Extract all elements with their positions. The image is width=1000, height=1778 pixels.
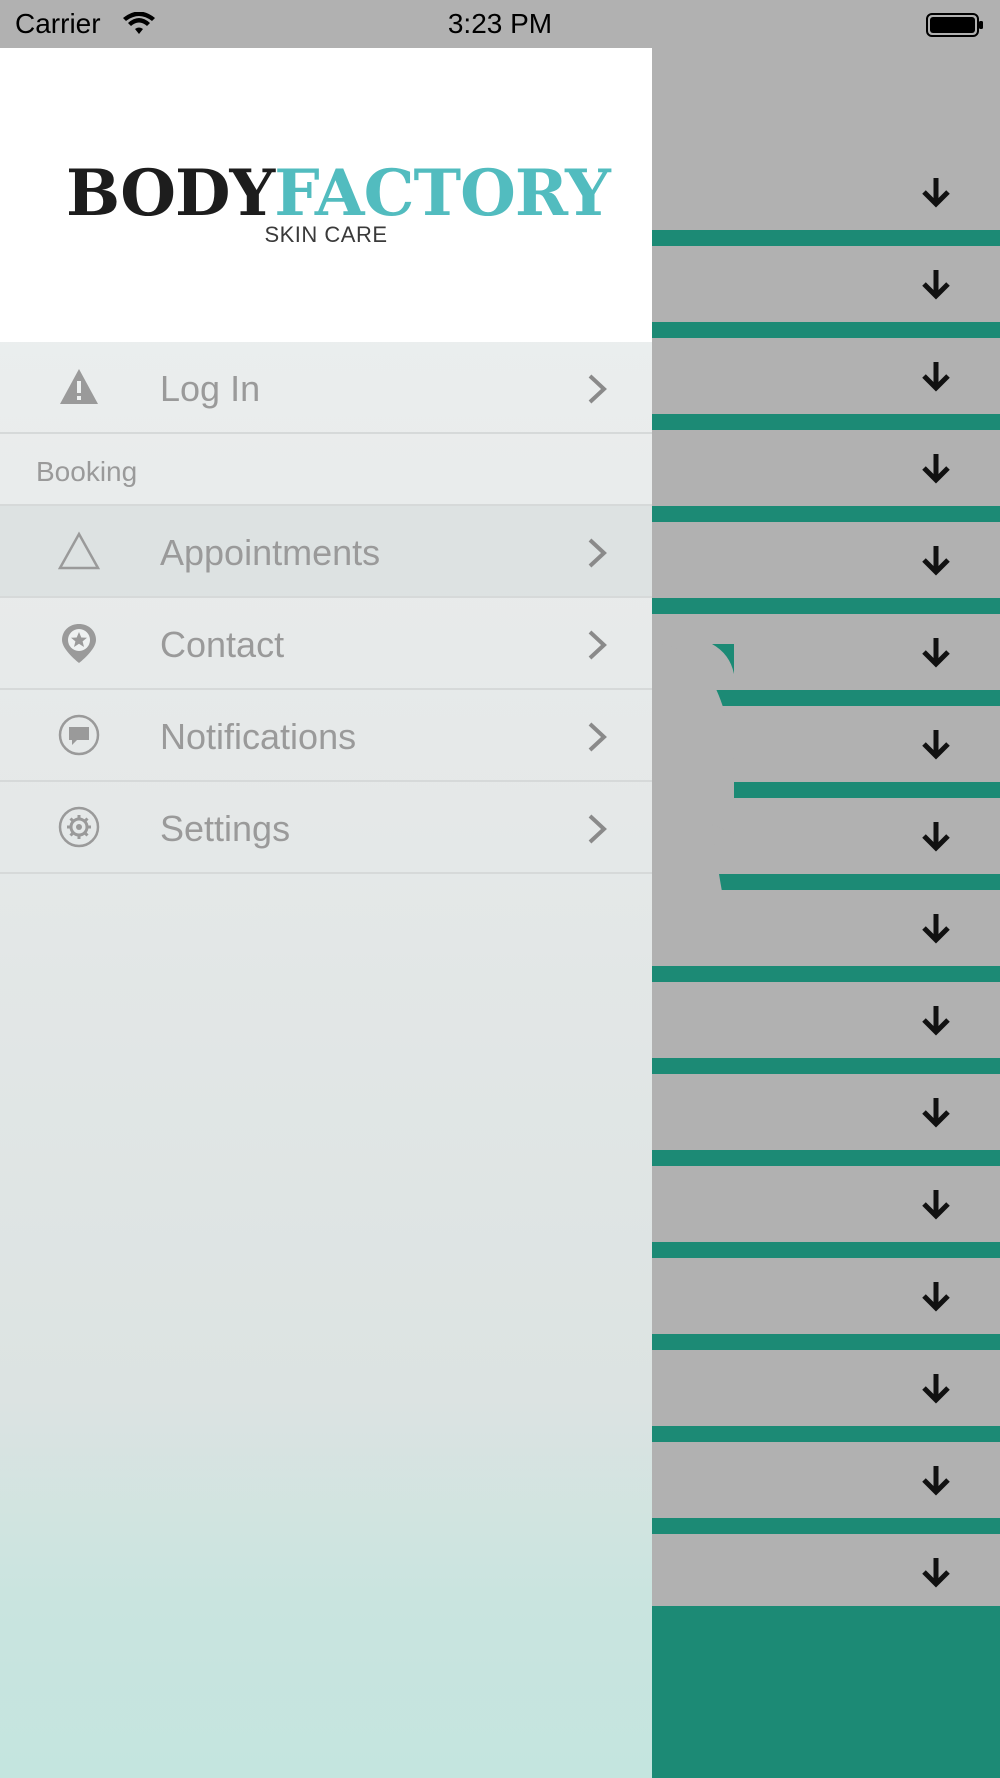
section-header-booking: Booking [0,434,652,506]
chevron-right-icon [588,814,607,844]
arrow-down-icon [922,1466,950,1496]
section-label: Booking [36,456,138,487]
background-shape [652,644,782,934]
arrow-down-icon [922,638,950,668]
chevron-right-icon [588,538,607,568]
menu-item-label: Contact [160,624,285,665]
arrow-down-icon [922,270,950,300]
triangle-icon [58,531,100,570]
menu-item-label: Appointments [160,532,381,573]
battery-icon [926,13,983,37]
menu-item-settings[interactable]: Settings [0,782,652,874]
side-drawer: BODYFACTORY SKIN CARE Log In Booking App… [0,48,652,1778]
menu-item-label: Log In [160,368,261,409]
chevron-right-icon [588,630,607,660]
arrow-down-icon [922,362,950,392]
status-time: 3:23 PM [447,8,553,39]
gear-icon [58,806,100,848]
arrow-down-icon [922,1558,950,1588]
menu-item-log-in[interactable]: Log In [0,342,652,434]
brand-logo: BODYFACTORY [66,156,611,231]
arrow-down-icon [922,1098,950,1128]
arrow-down-icon [922,914,950,944]
warning-icon [60,369,98,404]
brand-subtitle: SKIN CARE [264,222,388,247]
arrow-down-icon [922,730,950,760]
menu-item-notifications[interactable]: Notifications [0,690,652,782]
arrow-down-icon [922,1282,950,1312]
status-bar: Carrier 3:23 PM [0,0,1000,48]
arrow-down-icon [922,454,950,484]
arrow-down-icon [922,1190,950,1220]
arrow-down-icon [922,1006,950,1036]
menu-item-label: Settings [160,808,291,849]
arrow-down-icon [922,178,950,208]
chevron-right-icon [588,374,607,404]
arrow-down-icon [922,546,950,576]
location-star-icon [62,624,96,663]
menu-item-contact[interactable]: Contact [0,598,652,690]
logo-area: BODYFACTORY SKIN CARE [0,48,652,342]
menu-item-appointments[interactable]: Appointments [0,506,652,598]
chevron-right-icon [588,722,607,752]
chat-bubble-icon [58,714,100,756]
menu-item-label: Notifications [160,716,357,757]
arrow-down-icon [922,822,950,852]
arrow-down-icon [922,1374,950,1404]
